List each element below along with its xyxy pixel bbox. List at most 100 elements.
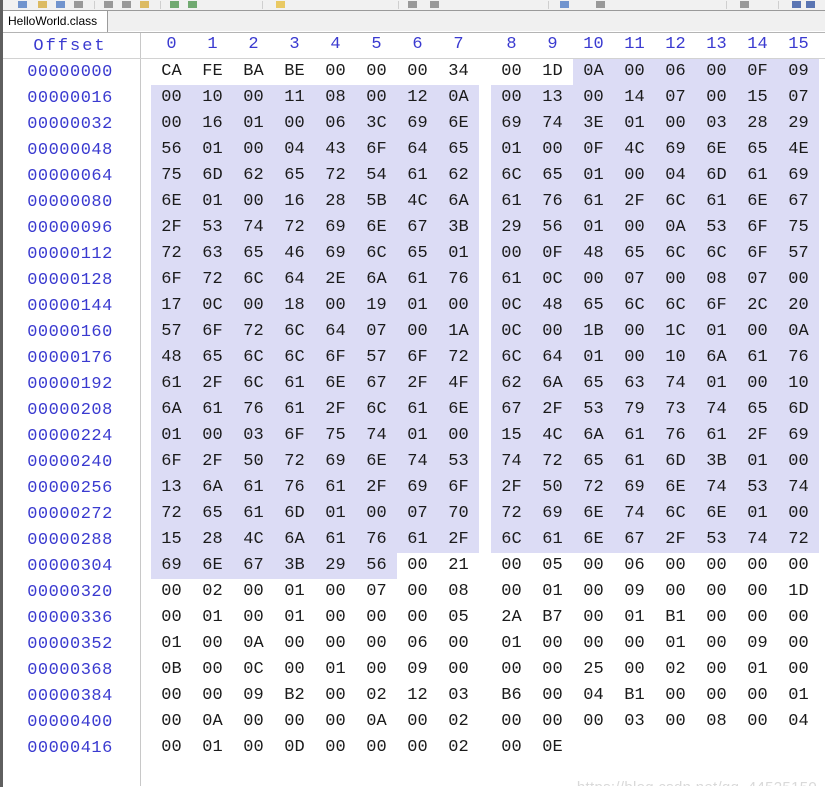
hex-byte[interactable]: 69 [397, 111, 438, 137]
row-bytes[interactable]: 15 28 4C 6A 61 76 61 2F 6C 61 6E 67 2F 53 74 72 [151, 527, 819, 553]
bookmark-icon[interactable] [276, 1, 285, 8]
hex-byte[interactable]: 00 [274, 631, 315, 657]
hex-byte[interactable]: 6F [438, 475, 479, 501]
hex-byte[interactable]: 0C [192, 293, 233, 319]
hex-byte[interactable]: 08 [696, 267, 737, 293]
hex-byte[interactable]: 2F [655, 527, 696, 553]
hex-byte[interactable]: 74 [778, 475, 819, 501]
hex-byte[interactable]: 01 [192, 189, 233, 215]
hex-byte[interactable]: 76 [233, 397, 274, 423]
hex-byte[interactable]: 07 [356, 579, 397, 605]
hex-byte[interactable]: 06 [397, 631, 438, 657]
hex-byte[interactable]: 00 [491, 553, 532, 579]
hex-byte[interactable]: 09 [233, 683, 274, 709]
hex-byte[interactable]: 01 [614, 111, 655, 137]
hex-byte[interactable]: 65 [532, 163, 573, 189]
hex-byte[interactable]: 61 [737, 345, 778, 371]
hex-byte[interactable]: 79 [614, 397, 655, 423]
hex-byte[interactable]: 53 [696, 527, 737, 553]
hex-byte[interactable]: 72 [233, 319, 274, 345]
hex-byte[interactable]: 74 [397, 449, 438, 475]
hex-byte[interactable]: 0C [532, 267, 573, 293]
hex-byte[interactable]: 67 [356, 371, 397, 397]
row-bytes[interactable]: 01 00 0A 00 00 00 06 00 01 00 00 00 01 00 09 00 [151, 631, 819, 657]
hex-row[interactable]: 00000368 0B 00 0C 00 01 00 09 00 00 00 25 00 02 00 01 00 [0, 657, 825, 683]
hex-byte[interactable]: 48 [573, 241, 614, 267]
hex-byte[interactable]: 00 [356, 605, 397, 631]
hex-byte[interactable]: 6E [192, 553, 233, 579]
hex-byte[interactable]: 16 [274, 189, 315, 215]
hex-byte[interactable]: 6A [151, 397, 192, 423]
row-bytes[interactable]: 56 01 00 04 43 6F 64 65 01 00 0F 4C 69 6E 65 4E [151, 137, 819, 163]
hex-byte[interactable]: 00 [151, 683, 192, 709]
hex-byte[interactable]: 6E [696, 501, 737, 527]
hex-byte[interactable]: 00 [614, 657, 655, 683]
hex-byte[interactable]: 65 [192, 345, 233, 371]
hex-byte[interactable]: 6E [655, 475, 696, 501]
tab-helloworld-class[interactable]: HelloWorld.class [2, 11, 109, 32]
hex-byte[interactable]: 4E [778, 137, 819, 163]
hex-byte[interactable]: 2A [491, 605, 532, 631]
hex-byte[interactable]: 00 [315, 709, 356, 735]
hex-byte[interactable]: 10 [655, 345, 696, 371]
hex-byte[interactable]: 00 [274, 657, 315, 683]
toolbar[interactable] [0, 0, 825, 11]
hex-byte[interactable]: 00 [614, 215, 655, 241]
hex-byte[interactable]: 02 [655, 657, 696, 683]
hex-byte[interactable]: 00 [737, 553, 778, 579]
hex-byte[interactable]: 64 [274, 267, 315, 293]
hex-byte[interactable]: 07 [737, 267, 778, 293]
row-bytes[interactable]: 00 16 01 00 06 3C 69 6E 69 74 3E 01 00 03 28 29 [151, 111, 819, 137]
hex-byte[interactable]: 61 [151, 371, 192, 397]
row-bytes[interactable]: 69 6E 67 3B 29 56 00 21 00 05 00 06 00 00 00 00 [151, 553, 819, 579]
hex-byte[interactable]: 00 [573, 267, 614, 293]
hex-byte[interactable]: 72 [192, 267, 233, 293]
hex-byte[interactable]: 07 [356, 319, 397, 345]
hex-byte[interactable]: 67 [614, 527, 655, 553]
hex-byte[interactable]: 00 [356, 735, 397, 761]
hex-byte[interactable]: 6E [356, 449, 397, 475]
hex-row[interactable]: 00000112 72 63 65 46 69 6C 65 01 00 0F 48 65 6C 6C 6F 57 [0, 241, 825, 267]
hex-byte[interactable]: 0A [573, 59, 614, 85]
hex-byte[interactable]: 00 [397, 735, 438, 761]
hex-byte[interactable]: 6E [151, 189, 192, 215]
hex-byte[interactable]: 6F [737, 215, 778, 241]
hex-byte[interactable]: 57 [356, 345, 397, 371]
hex-byte[interactable]: 0D [274, 735, 315, 761]
hex-byte[interactable]: 56 [151, 137, 192, 163]
hex-byte[interactable]: 29 [315, 553, 356, 579]
hex-byte[interactable]: 6C [233, 267, 274, 293]
hex-row[interactable]: 00000048 56 01 00 04 43 6F 64 65 01 00 0F 4C 69 6E 65 4E [0, 137, 825, 163]
tab-bar[interactable]: HelloWorld.class [0, 11, 825, 33]
hex-byte[interactable]: 00 [532, 709, 573, 735]
hex-byte[interactable]: 01 [397, 293, 438, 319]
hex-byte[interactable]: 0A [233, 631, 274, 657]
hex-byte[interactable]: 04 [573, 683, 614, 709]
hex-byte[interactable]: 00 [192, 423, 233, 449]
row-bytes[interactable]: 57 6F 72 6C 64 07 00 1A 0C 00 1B 00 1C 01 00 0A [151, 319, 819, 345]
hex-byte[interactable]: 6C [491, 527, 532, 553]
hex-row[interactable]: 00000064 75 6D 62 65 72 54 61 62 6C 65 01 00 04 6D 61 69 [0, 163, 825, 189]
hex-byte[interactable]: 6C [696, 241, 737, 267]
goto-icon[interactable] [560, 1, 569, 8]
hex-byte[interactable]: 74 [356, 423, 397, 449]
hex-byte[interactable]: 2F [614, 189, 655, 215]
hex-byte[interactable]: 00 [315, 605, 356, 631]
hex-byte[interactable]: 07 [778, 85, 819, 111]
hex-byte[interactable]: 56 [532, 215, 573, 241]
hex-byte[interactable]: 01 [696, 319, 737, 345]
hex-byte[interactable]: 00 [655, 111, 696, 137]
hex-byte[interactable]: 2F [438, 527, 479, 553]
hex-byte[interactable]: 72 [491, 501, 532, 527]
hex-byte[interactable]: 6C [233, 371, 274, 397]
new-file-icon[interactable] [18, 1, 27, 8]
hex-byte[interactable]: 61 [573, 189, 614, 215]
hex-byte[interactable]: 00 [696, 59, 737, 85]
hex-byte[interactable]: 09 [778, 59, 819, 85]
hex-byte[interactable]: 65 [573, 371, 614, 397]
hex-byte[interactable]: 65 [397, 241, 438, 267]
hex-byte[interactable]: 64 [532, 345, 573, 371]
hex-byte[interactable]: 12 [397, 683, 438, 709]
hex-byte[interactable]: 00 [233, 735, 274, 761]
hex-byte[interactable]: 61 [491, 267, 532, 293]
